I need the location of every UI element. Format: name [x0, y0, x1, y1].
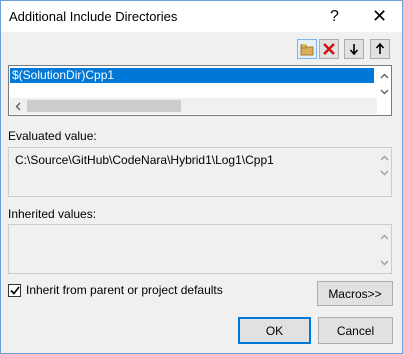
chevron-up-icon	[380, 155, 389, 160]
directories-list[interactable]: $(SolutionDir)Cpp1	[8, 65, 392, 116]
arrow-up-icon	[375, 43, 385, 54]
help-button[interactable]: ?	[312, 1, 357, 32]
scroll-up-arrow[interactable]	[378, 69, 391, 82]
cancel-button[interactable]: Cancel	[318, 317, 393, 344]
ok-button[interactable]: OK	[238, 317, 311, 344]
list-item[interactable]: $(SolutionDir)Cpp1	[10, 68, 374, 83]
delete-x-icon	[323, 43, 335, 55]
inherited-values-box	[8, 224, 392, 274]
close-button[interactable]: ✕	[357, 1, 402, 32]
macros-button[interactable]: Macros>>	[317, 281, 393, 306]
inherit-checkbox[interactable]	[8, 284, 21, 297]
chevron-left-icon	[15, 102, 21, 110]
delete-button[interactable]	[319, 39, 339, 59]
title-bar: Additional Include Directories ? ✕	[1, 1, 402, 32]
dialog-title: Additional Include Directories	[9, 9, 178, 24]
scroll-up-arrow[interactable]	[378, 230, 391, 243]
chevron-down-icon	[380, 170, 389, 175]
move-up-button[interactable]	[370, 39, 390, 59]
scroll-down-arrow[interactable]	[378, 166, 391, 179]
new-line-button[interactable]	[297, 39, 317, 59]
checkmark-icon	[9, 286, 20, 295]
chevron-up-icon	[380, 234, 389, 239]
scroll-left-arrow[interactable]	[12, 100, 24, 112]
chevron-up-icon	[380, 73, 389, 78]
chevron-down-icon	[380, 89, 389, 94]
evaluated-value-label: Evaluated value:	[8, 129, 97, 143]
evaluated-value-box: C:\Source\GitHub\CodeNara\Hybrid1\Log1\C…	[8, 147, 392, 197]
chevron-down-icon	[380, 260, 389, 265]
move-down-button[interactable]	[344, 39, 364, 59]
inherit-checkbox-label[interactable]: Inherit from parent or project defaults	[26, 283, 223, 297]
scroll-down-arrow[interactable]	[378, 256, 391, 269]
scroll-up-arrow[interactable]	[378, 151, 391, 164]
inherited-values-label: Inherited values:	[8, 207, 97, 221]
new-folder-icon	[300, 43, 314, 56]
arrow-down-icon	[349, 44, 359, 55]
scroll-down-arrow[interactable]	[378, 85, 391, 98]
scrollbar-thumb[interactable]	[27, 100, 181, 112]
dialog-window: Additional Include Directories ? ✕ $(Sol…	[0, 0, 403, 354]
evaluated-value-text: C:\Source\GitHub\CodeNara\Hybrid1\Log1\C…	[15, 153, 274, 167]
horizontal-scrollbar[interactable]	[10, 98, 377, 114]
